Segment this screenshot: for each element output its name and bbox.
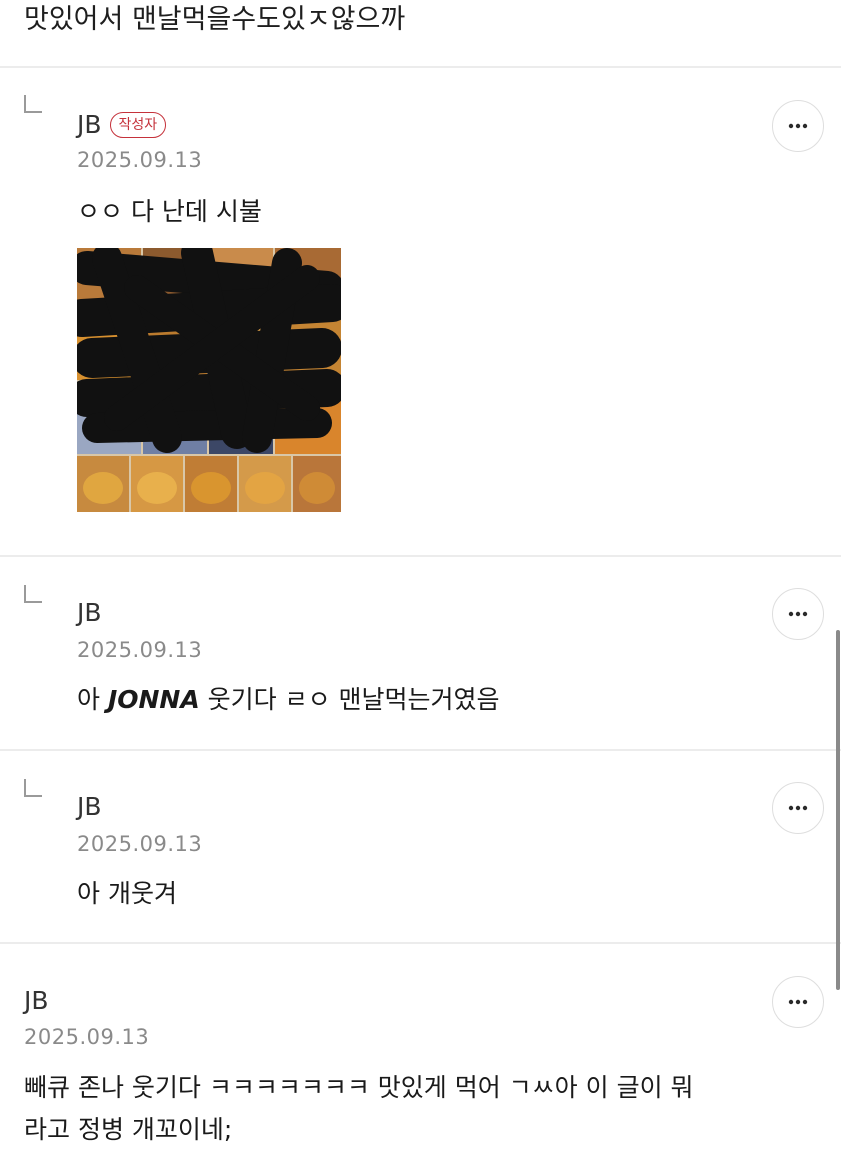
- author-badge: 작성자: [109, 112, 167, 138]
- more-horizontal-icon: [788, 805, 808, 811]
- comment-text: ㅇㅇ 다 난데 시불: [77, 197, 262, 226]
- more-options-button[interactable]: [772, 588, 824, 640]
- reply-arrow-icon: [24, 585, 42, 603]
- comment-author[interactable]: JB: [24, 986, 49, 1016]
- comment-header: JB: [77, 598, 102, 628]
- reply-arrow-icon: [24, 779, 42, 797]
- comment-text-emphasis: JONNA: [107, 685, 200, 714]
- comment-date: 2025.09.13: [77, 638, 203, 662]
- comment-author[interactable]: JB: [77, 598, 102, 628]
- comment-header: JB 작성자: [77, 110, 167, 140]
- comment-date: 2025.09.13: [77, 832, 203, 856]
- more-options-button[interactable]: [772, 976, 824, 1028]
- more-horizontal-icon: [788, 611, 808, 617]
- comment-header: JB: [77, 792, 102, 822]
- food-collage-image: [77, 248, 341, 512]
- comment-text: 아 개웃겨: [77, 879, 177, 908]
- comment-photo[interactable]: [77, 248, 341, 512]
- comment-text: 아 JONNA 웃기다 ㄹㅇ 맨날먹는거였음: [77, 678, 500, 722]
- divider: [0, 749, 841, 751]
- more-horizontal-icon: [788, 123, 808, 129]
- more-options-button[interactable]: [772, 100, 824, 152]
- divider: [0, 555, 841, 557]
- comment-date: 2025.09.13: [77, 148, 203, 172]
- divider: [0, 66, 841, 68]
- comment-author[interactable]: JB: [77, 110, 102, 140]
- comment-text-line: 빼큐 존나 웃기다 ㅋㅋㅋㅋㅋㅋㅋ 맛있게 먹어 ㄱㅆ아 이 글이 뭐: [24, 1073, 694, 1102]
- more-options-button[interactable]: [772, 782, 824, 834]
- comment-header: JB: [24, 986, 49, 1016]
- more-horizontal-icon: [788, 999, 808, 1005]
- reply-arrow-icon: [24, 95, 42, 113]
- divider: [0, 942, 841, 944]
- post-text-tail: 맛있어서 맨날먹을수도있ㅈ않으까: [24, 4, 406, 35]
- comment-text-part: 아: [77, 685, 108, 714]
- comment-date: 2025.09.13: [24, 1025, 150, 1049]
- comment-author[interactable]: JB: [77, 792, 102, 822]
- comment-text-line: 라고 정병 개꼬이네;: [24, 1115, 233, 1144]
- scrollbar[interactable]: [836, 630, 840, 990]
- comment-text-part: 웃기다 ㄹㅇ 맨날먹는거였음: [199, 685, 500, 714]
